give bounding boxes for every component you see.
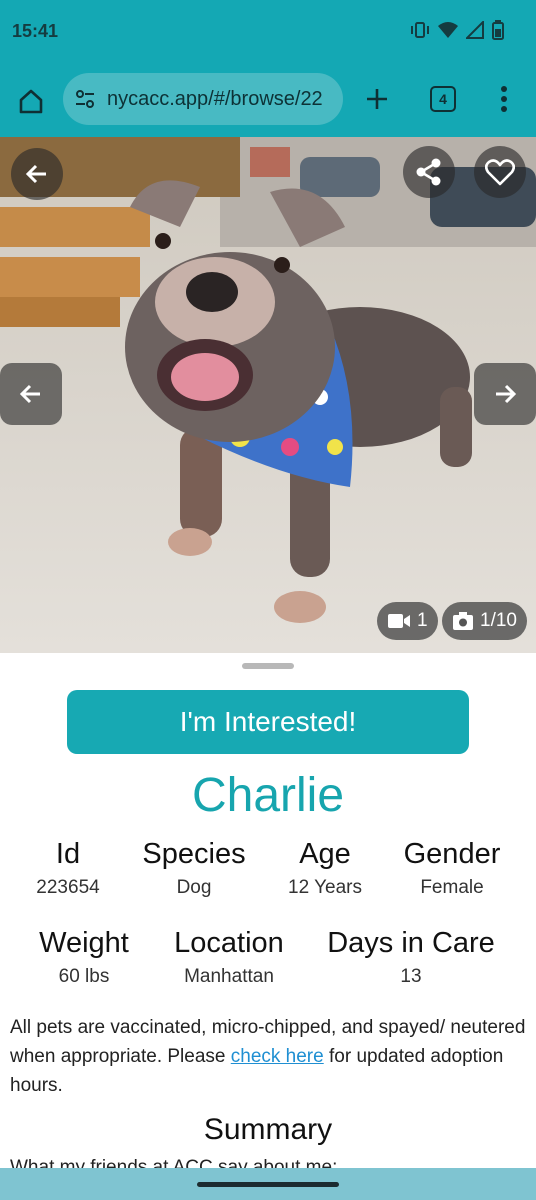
wifi-icon [438, 21, 458, 39]
camera-icon [453, 612, 473, 630]
more-vert-icon [501, 86, 507, 112]
info-species: Species Dog [136, 838, 252, 899]
info-label: Days in Care [327, 927, 495, 959]
info-value: Female [420, 877, 484, 898]
info-value: Dog [176, 877, 212, 898]
arrow-left-icon [19, 384, 40, 404]
info-age: Age 12 Years [270, 838, 380, 899]
info-weight: Weight 60 lbs [28, 927, 140, 988]
info-value: 223654 [36, 877, 100, 898]
tab-switcher-button[interactable]: 4 [430, 86, 456, 112]
share-button[interactable] [403, 146, 455, 198]
system-navigation-bar [0, 1168, 536, 1200]
sheet-grabber[interactable] [242, 663, 294, 669]
info-label: Id [55, 838, 81, 870]
interested-button[interactable]: I'm Interested! [67, 690, 469, 754]
heart-icon [485, 159, 515, 186]
pet-photo [0, 137, 536, 653]
info-label: Gender [403, 838, 501, 870]
url-text: nycacc.app/#/browse/22 [107, 87, 323, 110]
new-tab-button[interactable] [362, 84, 392, 114]
info-days-in-care: Days in Care 13 [318, 927, 504, 988]
arrow-right-icon [496, 384, 517, 404]
video-count-chip[interactable]: 1 [377, 602, 438, 640]
next-photo-button[interactable] [474, 363, 536, 425]
favorite-button[interactable] [474, 146, 526, 198]
status-time: 15:41 [12, 21, 59, 41]
url-bar[interactable]: nycacc.app/#/browse/22 [63, 73, 343, 125]
info-label: Age [299, 838, 351, 870]
video-camera-icon [388, 614, 410, 628]
browser-toolbar: nycacc.app/#/browse/22 4 [0, 64, 536, 137]
arrow-left-icon [25, 164, 46, 184]
status-icons [410, 20, 504, 40]
vibrate-icon [410, 21, 430, 39]
video-count: 1 [417, 610, 428, 631]
share-icon [416, 158, 441, 186]
battery-icon [492, 20, 504, 40]
status-bar: 15:41 [0, 0, 536, 64]
previous-photo-button[interactable] [0, 363, 62, 425]
info-value: 13 [400, 966, 422, 987]
plus-icon [367, 89, 387, 109]
summary-heading: Summary [203, 1113, 333, 1146]
home-button[interactable] [14, 84, 48, 118]
signal-icon [466, 21, 484, 39]
info-label: Weight [39, 927, 129, 959]
info-value: Manhattan [184, 966, 274, 987]
info-label: Species [142, 838, 246, 870]
adoption-hours-link[interactable]: check here [231, 1046, 324, 1067]
info-label: Location [174, 927, 284, 959]
home-icon [19, 89, 43, 114]
info-value: 12 Years [288, 877, 362, 898]
adoption-notice: All pets are vaccinated, micro-chipped, … [10, 1013, 526, 1100]
pet-photo-carousel[interactable]: 1 1/10 [0, 137, 536, 653]
site-settings-icon[interactable] [73, 87, 97, 111]
info-value: 60 lbs [58, 966, 110, 987]
info-gender: Gender Female [394, 838, 510, 899]
pet-name: Charlie [191, 769, 345, 822]
browser-menu-button[interactable] [492, 84, 516, 114]
photo-count-chip[interactable]: 1/10 [442, 602, 527, 640]
home-gesture-handle[interactable] [197, 1182, 339, 1187]
photo-counter: 1/10 [480, 610, 517, 631]
info-id: Id 223654 [20, 838, 116, 899]
back-button[interactable] [11, 148, 63, 200]
info-location: Location Manhattan [162, 927, 296, 988]
